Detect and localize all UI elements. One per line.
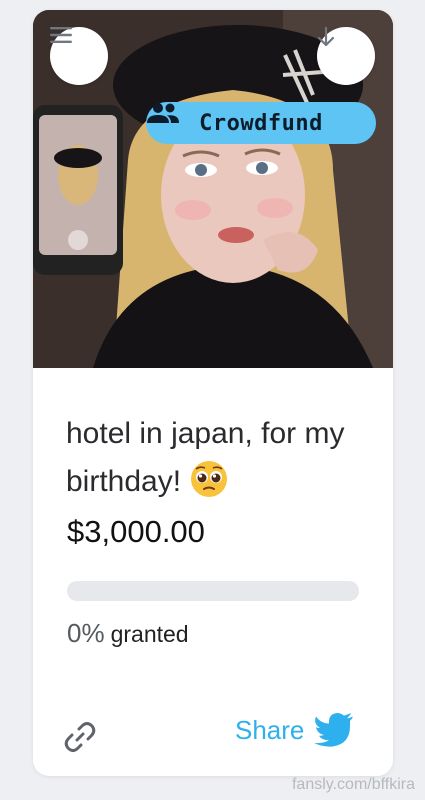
- watermark: fansly.com/bffkira: [291, 776, 415, 793]
- link-icon: [64, 722, 96, 752]
- crowdfund-badge-label: Crowdfund: [199, 110, 323, 136]
- progress-bar: [67, 581, 359, 601]
- crowdfund-badge: Crowdfund: [146, 102, 376, 144]
- twitter-bird-icon: [314, 713, 354, 747]
- granted-status: 0% granted: [67, 618, 189, 649]
- granted-percent: 0%: [67, 618, 105, 648]
- menu-button[interactable]: [50, 27, 108, 85]
- hamburger-menu-icon: [50, 27, 72, 43]
- crowdfund-card: Crowdfund hotel in japan, for my birthda…: [33, 10, 393, 776]
- crowdfund-title: hotel in japan, for my birthday!: [66, 410, 366, 506]
- share-button[interactable]: Share: [235, 713, 354, 747]
- download-button[interactable]: [317, 27, 375, 85]
- share-label: Share: [235, 714, 305, 745]
- pleading-face-emoji-icon: [191, 461, 228, 497]
- goal-amount: $3,000.00: [67, 514, 205, 549]
- crowdfund-photo: Crowdfund: [33, 10, 393, 368]
- arrow-down-icon: [317, 27, 335, 47]
- copy-link-button[interactable]: [63, 720, 97, 759]
- granted-label: granted: [110, 621, 189, 647]
- group-people-icon: [147, 103, 179, 123]
